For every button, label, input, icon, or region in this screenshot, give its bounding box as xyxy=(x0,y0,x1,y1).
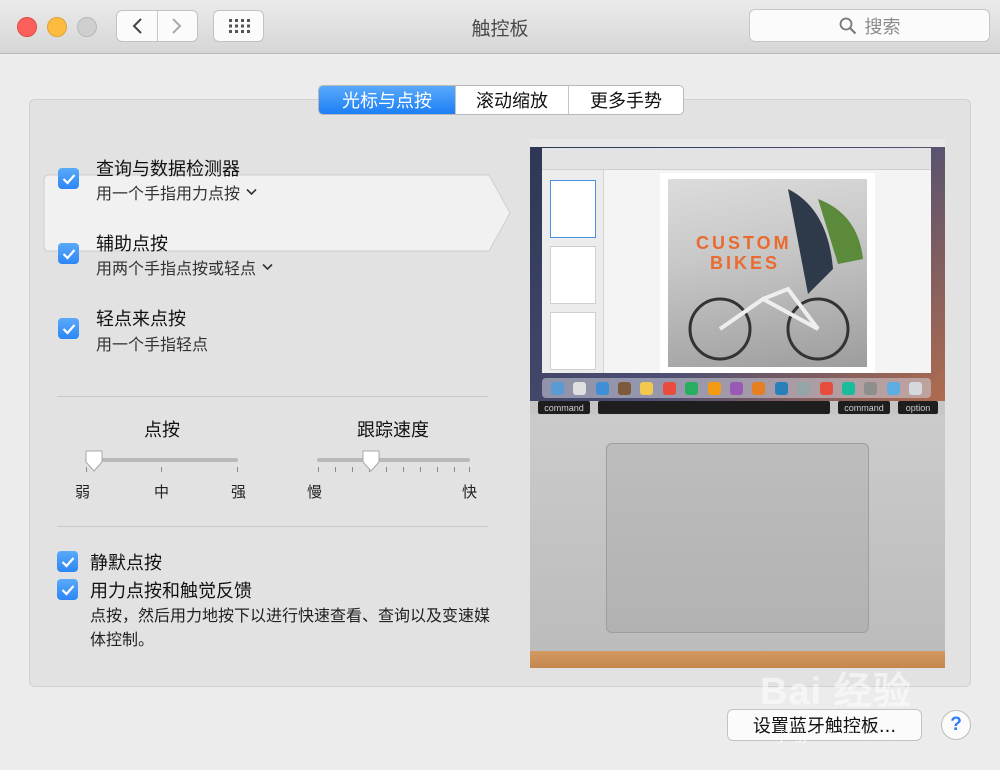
secondary-click-subtitle: 用两个手指点按或轻点 xyxy=(96,259,257,278)
tap-to-click-title: 轻点来点按 xyxy=(96,309,186,330)
show-all-button[interactable] xyxy=(213,10,264,42)
silent-click-checkbox[interactable] xyxy=(57,551,78,572)
preview-trackpad xyxy=(606,443,869,633)
watermark-url: jingyan.baidu.com xyxy=(780,727,893,743)
lookup-subtitle: 用一个手指用力点按 xyxy=(96,184,241,203)
preview-key-command-left: command xyxy=(538,401,590,414)
click-slider-title: 点按 xyxy=(144,420,180,441)
title-bar: 触控板 搜索 xyxy=(0,0,1000,54)
force-click-label: 用力点按和触觉反馈 xyxy=(90,581,252,602)
click-slider-knob[interactable] xyxy=(84,450,104,472)
chevron-down-icon xyxy=(246,188,257,196)
chevron-left-icon xyxy=(132,18,142,34)
tap-to-click-subtitle-text: 用一个手指轻点 xyxy=(96,335,209,354)
slider-tick xyxy=(335,467,336,472)
preview-key-option: option xyxy=(898,401,938,414)
click-slider-track[interactable] xyxy=(85,458,238,462)
search-icon xyxy=(839,17,856,34)
preview-dock xyxy=(542,378,931,398)
force-click-checkbox[interactable] xyxy=(57,579,78,600)
tap-to-click-checkbox[interactable] xyxy=(58,318,79,339)
secondary-click-dropdown[interactable]: 用两个手指点按或轻点 xyxy=(96,255,273,279)
preview-screen: CUSTOM BIKES xyxy=(530,139,945,401)
preview-thumb xyxy=(550,246,596,304)
grid-icon xyxy=(228,19,250,33)
slider-tick xyxy=(318,467,319,472)
search-placeholder: 搜索 xyxy=(864,16,901,38)
poster-subtitle: BIKES xyxy=(710,253,781,273)
preview-thumb xyxy=(550,312,596,370)
silent-click-label: 静默点按 xyxy=(90,553,162,574)
nav-group xyxy=(116,10,198,42)
tracking-label-fast: 快 xyxy=(462,483,478,501)
tracking-slider-knob[interactable] xyxy=(361,450,381,472)
slider-tick xyxy=(420,467,421,472)
secondary-click-checkbox[interactable] xyxy=(58,243,79,264)
slider-tick xyxy=(237,467,238,472)
preview-keyboard-row: command command option xyxy=(530,401,945,415)
checkmark-icon xyxy=(61,584,74,596)
back-button[interactable] xyxy=(117,11,157,41)
tab-bar: 光标与点按 滚动缩放 更多手势 xyxy=(318,85,684,115)
slider-tick xyxy=(352,467,353,472)
divider xyxy=(57,526,488,527)
zoom-button[interactable] xyxy=(77,17,97,37)
tracking-label-slow: 慢 xyxy=(307,483,323,501)
preview-toolbar xyxy=(542,148,931,170)
tab-scroll-zoom[interactable]: 滚动缩放 xyxy=(455,86,568,114)
chevron-down-icon xyxy=(262,263,273,271)
preview-pages-window: CUSTOM BIKES xyxy=(542,148,931,373)
preview-menubar xyxy=(530,139,945,147)
preview-document: CUSTOM BIKES xyxy=(660,173,875,373)
forward-button[interactable] xyxy=(156,11,197,41)
slider-tick xyxy=(161,467,162,472)
preview-key-command-right: command xyxy=(838,401,890,414)
preview-thumbnails xyxy=(542,170,604,373)
tap-to-click-subtitle: 用一个手指轻点 xyxy=(96,331,208,355)
slider-tick xyxy=(454,467,455,472)
window-title: 触控板 xyxy=(471,18,529,40)
watermark: Bai 经验 xyxy=(760,671,912,713)
preview-key-space xyxy=(598,401,830,414)
tab-more-gestures[interactable]: 更多手势 xyxy=(568,86,683,114)
slider-tick xyxy=(437,467,438,472)
lookup-title: 查询与数据检测器 xyxy=(96,159,240,180)
tab-point-click[interactable]: 光标与点按 xyxy=(319,86,455,114)
lookup-gesture-dropdown[interactable]: 用一个手指用力点按 xyxy=(96,180,257,204)
checkmark-icon xyxy=(62,173,75,185)
tracking-slider-track[interactable] xyxy=(317,458,470,462)
force-click-description: 点按，然后用力地按下以进行快速查看、查询以及变速媒体控制。 xyxy=(90,606,491,649)
preview-thumb xyxy=(550,180,596,238)
checkmark-icon xyxy=(61,556,74,568)
lookup-checkbox[interactable] xyxy=(58,168,79,189)
divider xyxy=(57,396,488,397)
gesture-preview-image: CUSTOM BIKES command command option xyxy=(530,139,945,668)
slider-tick xyxy=(386,467,387,472)
minimize-button[interactable] xyxy=(47,17,67,37)
tracking-slider-title: 跟踪速度 xyxy=(357,420,429,441)
poster-title: CUSTOM xyxy=(696,233,792,253)
checkmark-icon xyxy=(62,323,75,335)
click-label-medium: 中 xyxy=(154,483,170,501)
slider-tick xyxy=(469,467,470,472)
click-label-light: 弱 xyxy=(75,483,91,501)
search-field[interactable]: 搜索 xyxy=(749,9,990,42)
close-button[interactable] xyxy=(17,17,37,37)
slider-tick xyxy=(403,467,404,472)
click-label-firm: 强 xyxy=(231,483,247,501)
chevron-right-icon xyxy=(172,18,182,34)
checkmark-icon xyxy=(62,248,75,260)
help-button[interactable]: ? xyxy=(941,710,971,740)
secondary-click-title: 辅助点按 xyxy=(96,234,168,255)
